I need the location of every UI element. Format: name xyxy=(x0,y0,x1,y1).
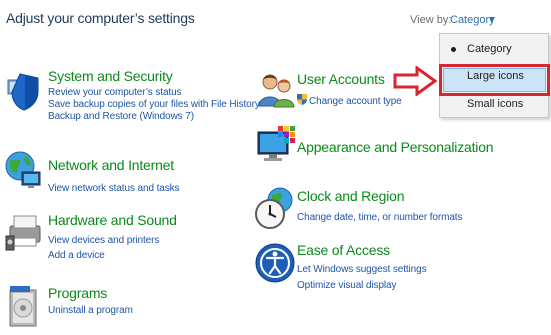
link-label: Change account type xyxy=(309,96,402,107)
category-title[interactable]: Network and Internet xyxy=(48,157,179,173)
link-change-account-type[interactable]: Change account type xyxy=(297,94,402,108)
ease-of-access-icon[interactable] xyxy=(254,242,296,284)
view-by-label: View by: xyxy=(410,14,452,26)
network-globe-icon[interactable] xyxy=(4,150,44,192)
link-windows-suggest[interactable]: Let Windows suggest settings xyxy=(297,264,427,276)
category-system-and-security: System and Security Review your computer… xyxy=(48,68,260,123)
link-review-status[interactable]: Review your computer’s status xyxy=(48,87,260,99)
menu-item-label: Large icons xyxy=(467,70,524,82)
link-add-device[interactable]: Add a device xyxy=(48,250,177,262)
category-hardware-and-sound: Hardware and Sound View devices and prin… xyxy=(48,212,177,262)
menu-item-category[interactable]: Category xyxy=(439,39,547,59)
category-user-accounts: User Accounts Change account type xyxy=(297,71,402,108)
category-clock-and-region: Clock and Region Change date, time, or n… xyxy=(297,188,462,224)
programs-icon[interactable] xyxy=(6,282,42,330)
link-backup-restore[interactable]: Backup and Restore (Windows 7) xyxy=(48,111,260,123)
menu-item-label: Small icons xyxy=(467,98,524,110)
menu-item-label: Category xyxy=(467,43,512,55)
view-by-menu-items: Category Large icons Small icons xyxy=(439,33,549,118)
appearance-monitor-icon[interactable] xyxy=(256,124,298,166)
link-uninstall-program[interactable]: Uninstall a program xyxy=(48,305,133,317)
link-date-time-formats[interactable]: Change date, time, or number formats xyxy=(297,212,462,224)
clock-region-icon[interactable] xyxy=(254,186,296,232)
link-devices-printers[interactable]: View devices and printers xyxy=(48,235,177,247)
link-optimize-display[interactable]: Optimize visual display xyxy=(297,280,427,292)
category-title[interactable]: System and Security xyxy=(48,68,260,84)
view-by-dropdown[interactable]: Category xyxy=(450,14,495,26)
category-title[interactable]: Programs xyxy=(48,285,133,301)
category-title[interactable]: Ease of Access xyxy=(297,242,427,258)
category-appearance-and-personalization: Appearance and Personalization xyxy=(297,139,494,155)
link-file-history[interactable]: Save backup copies of your files with Fi… xyxy=(48,99,260,111)
category-ease-of-access: Ease of Access Let Windows suggest setti… xyxy=(297,242,427,292)
category-title[interactable]: Appearance and Personalization xyxy=(297,139,494,155)
category-network-and-internet: Network and Internet View network status… xyxy=(48,157,180,195)
menu-item-large-icons[interactable]: Large icons xyxy=(439,66,547,86)
category-title[interactable]: Clock and Region xyxy=(297,188,462,204)
category-programs: Programs Uninstall a program xyxy=(48,285,133,317)
menu-item-small-icons[interactable]: Small icons xyxy=(439,94,547,114)
printer-icon[interactable] xyxy=(4,210,44,252)
chevron-down-icon[interactable] xyxy=(489,17,495,22)
category-title[interactable]: User Accounts xyxy=(297,71,402,87)
user-accounts-icon[interactable] xyxy=(258,72,296,108)
link-network-status[interactable]: View network status and tasks xyxy=(48,183,180,195)
shield-icon[interactable] xyxy=(6,68,42,112)
page-title: Adjust your computer’s settings xyxy=(6,10,195,26)
selected-bullet-icon xyxy=(451,47,456,52)
category-title[interactable]: Hardware and Sound xyxy=(48,212,177,228)
uac-shield-icon xyxy=(297,94,307,105)
